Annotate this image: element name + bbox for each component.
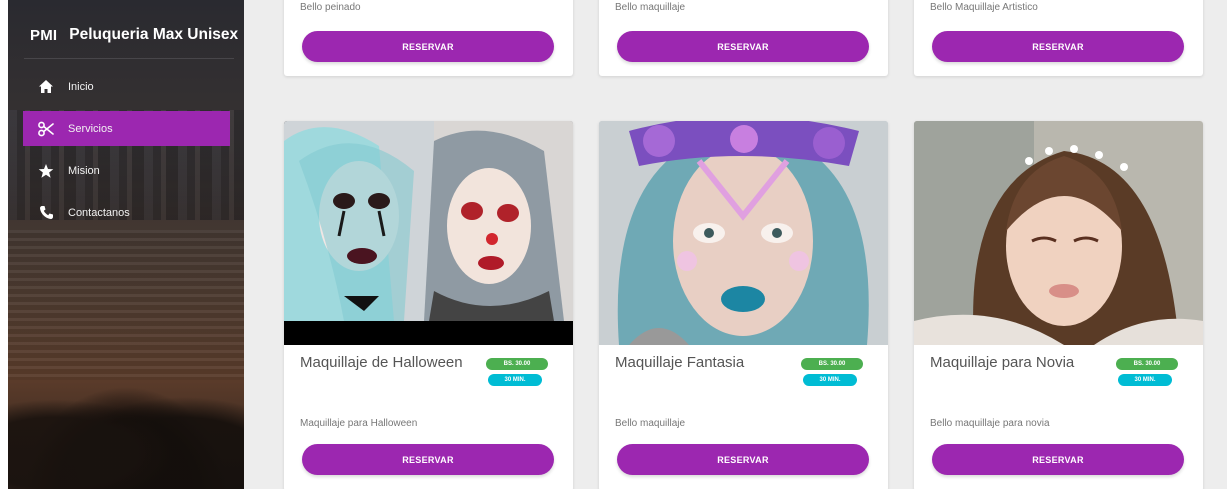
price-badge: BS. 30.00	[1116, 358, 1178, 370]
brand-divider	[24, 58, 234, 59]
brand[interactable]: PMI Peluqueria Max Unisex	[30, 26, 244, 44]
sidebar-background-rocks	[8, 369, 244, 489]
service-title: Maquillaje de Halloween	[300, 354, 463, 371]
price-badge: BS. 30.00	[801, 358, 863, 370]
app-frame: PMI Peluqueria Max Unisex Inicio Servici…	[0, 0, 1227, 489]
service-image-fantasia	[599, 121, 888, 345]
sidebar-background-sea	[8, 230, 244, 380]
service-image-novia	[914, 121, 1203, 345]
sidebar-item-inicio[interactable]: Inicio	[23, 69, 230, 104]
reservar-button[interactable]: RESERVAR	[302, 444, 554, 475]
duration-badge: 30 MIN.	[488, 374, 542, 386]
service-card-fantasia: Maquillaje Fantasia BS. 30.00 30 MIN. Be…	[599, 121, 888, 489]
sidebar: PMI Peluqueria Max Unisex Inicio Servici…	[8, 0, 244, 489]
page-viewport: PMI Peluqueria Max Unisex Inicio Servici…	[8, 0, 1227, 489]
reservar-button[interactable]: RESERVAR	[302, 31, 554, 62]
star-icon	[37, 162, 55, 180]
service-card-halloween: Maquillaje de Halloween BS. 30.00 30 MIN…	[284, 121, 573, 489]
duration-badge: 30 MIN.	[1118, 374, 1172, 386]
sidebar-item-label: Mision	[68, 164, 100, 177]
sidebar-nav: Inicio Servicios Mision Contactanos	[23, 69, 230, 237]
duration-badge: 30 MIN.	[803, 374, 857, 386]
price-badge: BS. 30.00	[486, 358, 548, 370]
service-title: Maquillaje Fantasia	[615, 354, 745, 371]
service-card-maquillaje: Bello maquillaje RESERVAR	[599, 0, 888, 76]
service-description: Bello peinado	[300, 2, 361, 13]
service-card-novia: Maquillaje para Novia BS. 30.00 30 MIN. …	[914, 121, 1203, 489]
reservar-button[interactable]: RESERVAR	[617, 31, 869, 62]
service-description: Bello maquillaje	[615, 2, 686, 13]
service-image-halloween	[284, 121, 573, 345]
reservar-button[interactable]: RESERVAR	[932, 31, 1184, 62]
service-card-peinado: Bello peinado RESERVAR	[284, 0, 573, 76]
sidebar-item-contactanos[interactable]: Contactanos	[23, 195, 230, 230]
sidebar-item-servicios[interactable]: Servicios	[23, 111, 230, 146]
reservar-button[interactable]: RESERVAR	[617, 444, 869, 475]
service-description: Bello maquillaje para novia	[930, 418, 1050, 429]
phone-icon	[37, 204, 55, 222]
sidebar-item-label: Contactanos	[68, 206, 130, 219]
brand-name: Peluqueria Max Unisex	[69, 26, 239, 43]
sidebar-item-mision[interactable]: Mision	[23, 153, 230, 188]
scissors-icon	[37, 120, 55, 138]
sidebar-item-label: Inicio	[68, 80, 94, 93]
service-description: Bello maquillaje	[615, 418, 686, 429]
reservar-button[interactable]: RESERVAR	[932, 444, 1184, 475]
service-card-maquillaje-artistico: Bello Maquillaje Artistico RESERVAR	[914, 0, 1203, 76]
services-content: Bello peinado RESERVAR Bello maquillaje …	[244, 0, 1227, 489]
service-title: Maquillaje para Novia	[930, 354, 1075, 371]
service-description: Bello Maquillaje Artistico	[930, 2, 1038, 13]
sidebar-item-label: Servicios	[68, 122, 113, 135]
home-icon	[37, 78, 55, 96]
service-description: Maquillaje para Halloween	[300, 418, 418, 429]
brand-abbreviation: PMI	[30, 26, 58, 44]
